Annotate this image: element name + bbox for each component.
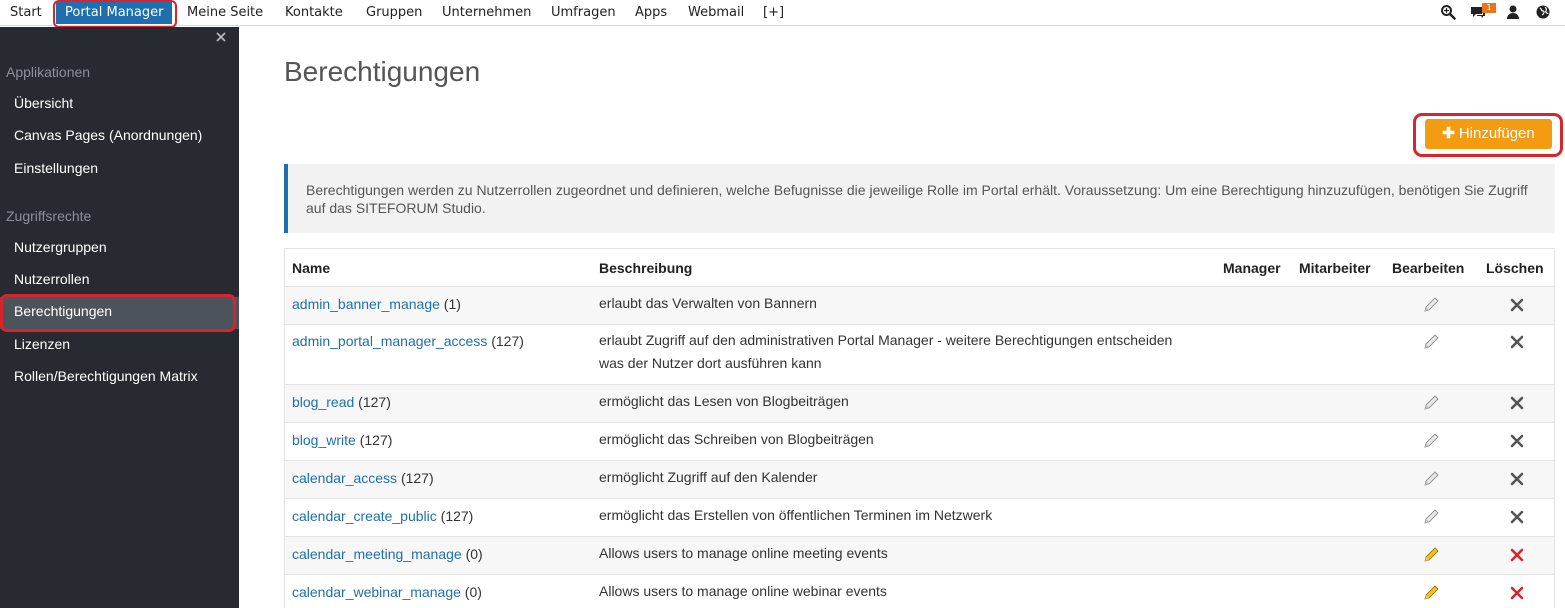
delete-icon[interactable] [1509,471,1525,487]
delete-icon[interactable] [1509,395,1525,411]
delete-icon[interactable] [1509,547,1525,563]
permission-name-cell: blog_read (127) [292,394,391,410]
permission-name-cell: admin_banner_manage (1) [292,296,461,312]
permission-description: ermöglicht das Erstellen von öffentliche… [599,507,993,523]
column-header-description: Beschreibung [599,260,693,276]
table-header: Name Beschreibung Manager Mitarbeiter Be… [285,249,1554,287]
permission-count: (127) [487,333,524,349]
table-row: calendar_webinar_manage (0) Allows users … [285,575,1554,608]
notification-badge: 1 [1482,3,1496,13]
permission-count: (127) [355,432,393,448]
sidebar-item-uebersicht[interactable]: Übersicht [14,95,73,111]
delete-icon[interactable] [1509,433,1525,449]
permission-name-cell: calendar_access (127) [292,470,434,486]
permission-name-cell: blog_write (127) [292,432,392,448]
permission-name-cell: calendar_create_public (127) [292,508,473,524]
edit-icon[interactable] [1422,508,1440,526]
nav-apps[interactable]: Apps [635,0,667,26]
nav-start[interactable]: Start [10,0,42,26]
column-header-delete: Löschen [1486,260,1544,276]
permission-name-cell: admin_portal_manager_access (127) [292,333,524,349]
highlight-portal-manager [53,0,177,28]
table-body: admin_banner_manage (1) erlaubt das Verwa… [285,287,1554,608]
nav-gruppen[interactable]: Gruppen [366,0,422,26]
permission-description: ermöglicht Zugriff auf den Kalender [599,469,818,485]
column-header-name[interactable]: Name [292,260,330,276]
permission-link[interactable]: calendar_meeting_manage [292,546,462,562]
nav-umfragen[interactable]: Umfragen [551,0,616,26]
search-icon[interactable] [1440,4,1456,20]
sidebar-section-zugriffsrechte: Zugriffsrechte [6,208,92,224]
table-row: blog_write (127) ermöglicht das Schreiben… [285,423,1554,461]
table-row: calendar_meeting_manage (0) Allows users … [285,537,1554,575]
table-row: blog_read (127) ermöglicht das Lesen von … [285,385,1554,423]
delete-icon[interactable] [1509,334,1525,350]
info-box: Berechtigungen werden zu Nutzerrollen zu… [284,164,1555,233]
permission-link[interactable]: calendar_create_public [292,508,437,524]
highlight-add-button [1413,113,1563,157]
sidebar-section-applikationen: Applikationen [6,64,91,80]
close-icon[interactable] [214,30,228,44]
permission-name-cell: calendar_meeting_manage (0) [292,546,483,562]
permission-description: erlaubt Zugriff auf den administrativen … [599,332,1173,371]
delete-icon[interactable] [1509,585,1525,601]
sidebar-item-lizenzen[interactable]: Lizenzen [14,336,70,352]
nav-webmail[interactable]: Webmail [688,0,744,26]
column-header-edit: Bearbeiten [1392,260,1465,276]
sidebar: Applikationen Übersicht Canvas Pages (An… [0,27,239,608]
permission-count: (127) [354,394,391,410]
nav-kontakte[interactable]: Kontakte [285,0,343,26]
permission-count: (1) [439,296,461,312]
delete-icon[interactable] [1509,509,1525,525]
permission-link[interactable]: admin_banner_manage [292,296,440,312]
edit-icon[interactable] [1422,584,1440,602]
permission-link[interactable]: admin_portal_manager_access [292,333,487,349]
highlight-berechtigungen [0,294,236,332]
permission-link[interactable]: blog_write [292,432,356,448]
edit-icon[interactable] [1422,333,1440,351]
permission-count: (0) [460,584,482,600]
permission-name-cell: calendar_webinar_manage (0) [292,584,482,600]
edit-icon[interactable] [1422,394,1440,412]
permission-description: ermöglicht das Schreiben von Blogbeiträg… [599,431,874,447]
column-header-manager: Manager [1223,260,1281,276]
table-row: calendar_create_public (127) ermöglicht d… [285,499,1554,537]
permission-link[interactable]: calendar_webinar_manage [292,584,461,600]
sidebar-item-matrix[interactable]: Rollen/Berechtigungen Matrix [14,368,198,384]
permission-description: erlaubt das Verwalten von Bannern [599,295,817,311]
page-title: Berechtigungen [284,56,481,87]
edit-icon[interactable] [1422,546,1440,564]
sidebar-item-nutzergruppen[interactable]: Nutzergruppen [14,239,107,255]
edit-icon[interactable] [1422,432,1440,450]
top-navigation: Start Portal Manager Meine Seite Kontakt… [0,0,1565,26]
table-row: admin_portal_manager_access (127) erlaubt… [285,325,1554,385]
sidebar-item-canvas-pages[interactable]: Canvas Pages (Anordnungen) [14,127,202,143]
permission-description: ermöglicht das Lesen von Blogbeiträgen [599,393,849,409]
nav-meine-seite[interactable]: Meine Seite [187,0,263,26]
permissions-table: Name Beschreibung Manager Mitarbeiter Be… [284,248,1555,608]
edit-icon[interactable] [1422,296,1440,314]
sidebar-item-einstellungen[interactable]: Einstellungen [14,160,98,176]
permission-count: (127) [397,470,434,486]
user-icon[interactable] [1505,4,1521,20]
permission-count: (0) [461,546,483,562]
sidebar-item-nutzerrollen[interactable]: Nutzerrollen [14,271,89,287]
permission-link[interactable]: calendar_access [292,470,397,486]
permission-link[interactable]: blog_read [292,394,354,410]
table-row: admin_banner_manage (1) erlaubt das Verwa… [285,287,1554,325]
nav-unternehmen[interactable]: Unternehmen [442,0,531,26]
permission-description: Allows users to manage online meeting ev… [599,545,888,561]
permission-description: Allows users to manage online webinar ev… [599,583,887,599]
permission-count: (127) [436,508,474,524]
column-header-mitarbeiter: Mitarbeiter [1299,260,1371,276]
table-row: calendar_access (127) ermöglicht Zugriff … [285,461,1554,499]
delete-icon[interactable] [1509,297,1525,313]
nav-more[interactable]: [+] [763,0,784,26]
globe-icon[interactable] [1535,4,1551,20]
edit-icon[interactable] [1422,470,1440,488]
